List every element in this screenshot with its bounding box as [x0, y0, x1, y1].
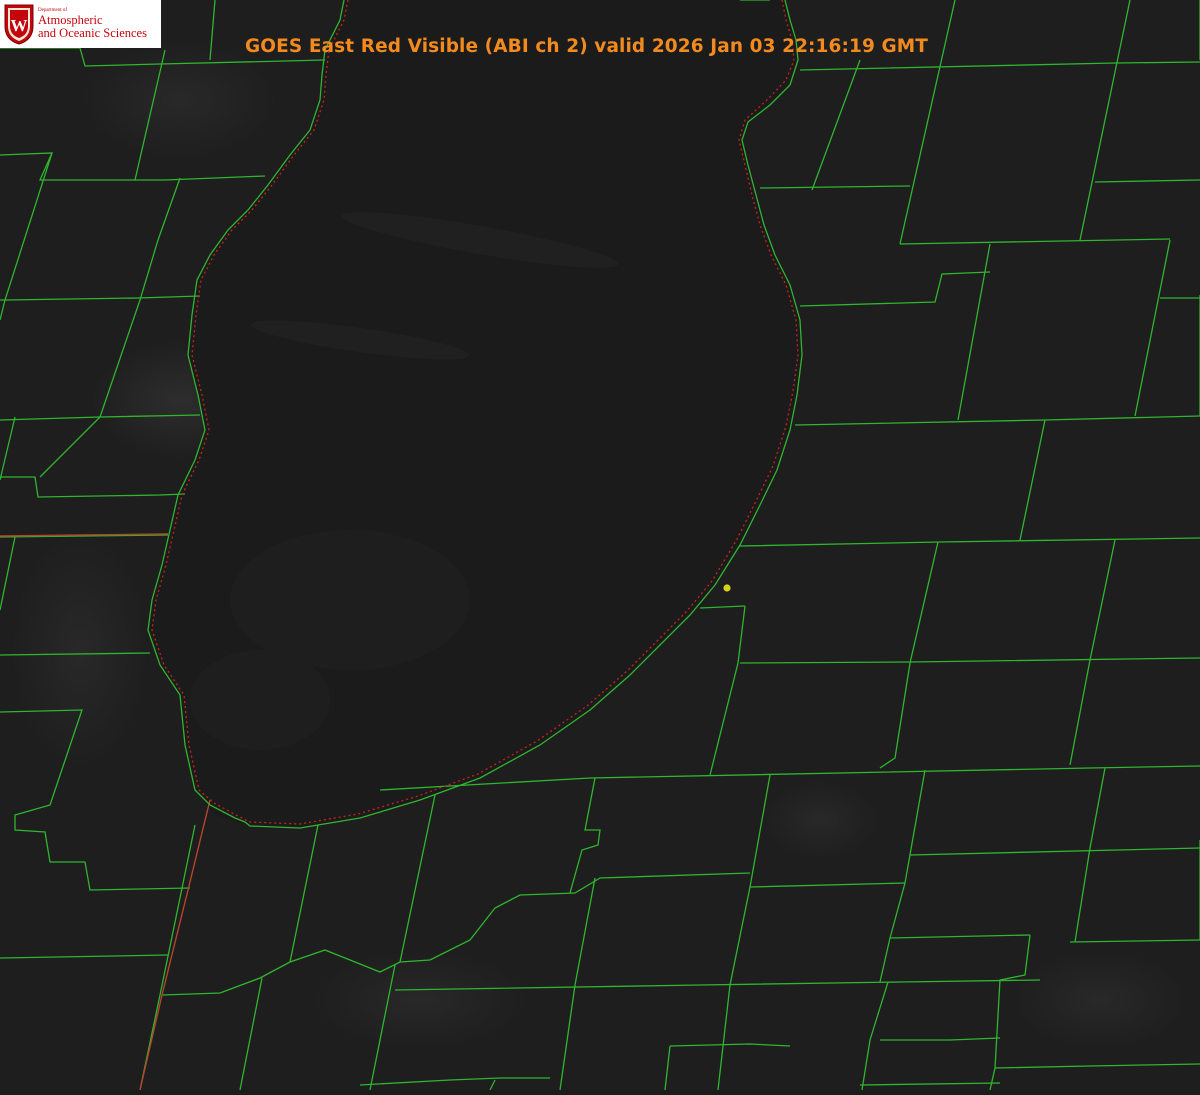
map-canvas [0, 0, 1200, 1091]
logo-text: Department of Atmospheric and Oceanic Sc… [38, 8, 147, 40]
image-title: GOES East Red Visible (ABI ch 2) valid 2… [245, 36, 928, 57]
aos-logo[interactable]: W Department of Atmospheric and Oceanic … [0, 0, 161, 48]
logo-line-2: and Oceanic Sciences [38, 26, 147, 40]
uw-shield-icon: W [4, 4, 34, 45]
satellite-map: W Department of Atmospheric and Oceanic … [0, 0, 1200, 1091]
station-marker [723, 584, 731, 592]
shield-letter: W [11, 16, 28, 35]
